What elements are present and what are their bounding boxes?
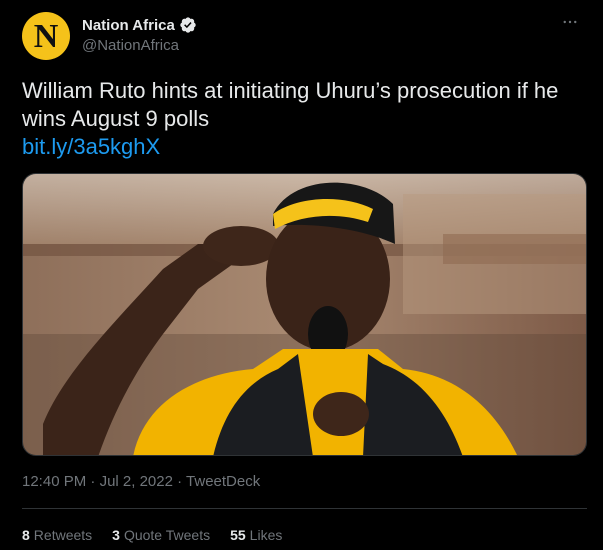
- tweet-header: N Nation Africa @NationAfrica: [22, 12, 582, 60]
- quote-tweets-stat[interactable]: 3 Quote Tweets: [112, 527, 210, 543]
- avatar-letter: N: [33, 18, 59, 55]
- verified-badge-icon: [179, 16, 197, 34]
- divider: [22, 508, 587, 509]
- meta-separator: ·: [90, 473, 100, 490]
- tweet-text: William Ruto hints at initiating Uhuru’s…: [22, 77, 582, 161]
- quote-tweets-label: Quote Tweets: [123, 527, 211, 543]
- handle[interactable]: @NationAfrica: [82, 37, 197, 54]
- display-name[interactable]: Nation Africa: [82, 17, 175, 34]
- quote-tweets-count: 3: [112, 527, 120, 543]
- retweets-stat[interactable]: 8 Retweets: [22, 527, 92, 543]
- retweets-count: 8: [22, 527, 30, 543]
- retweets-label: Retweets: [33, 527, 93, 543]
- more-horizontal-icon[interactable]: [558, 12, 582, 32]
- tweet-source[interactable]: TweetDeck: [186, 473, 260, 490]
- likes-stat[interactable]: 55 Likes: [230, 527, 282, 543]
- avatar[interactable]: N: [22, 12, 70, 60]
- likes-count: 55: [230, 527, 246, 543]
- tweet-stats: 8 Retweets 3 Quote Tweets 55 Likes: [22, 527, 282, 543]
- name-row: Nation Africa: [82, 15, 197, 35]
- tweet: N Nation Africa @NationAfrica William Ru…: [0, 0, 603, 550]
- author-names: Nation Africa @NationAfrica: [82, 15, 197, 54]
- tweet-time[interactable]: 12:40 PM: [22, 473, 86, 490]
- meta-separator: ·: [177, 473, 187, 490]
- tweet-image[interactable]: [22, 173, 587, 456]
- tweet-body: William Ruto hints at initiating Uhuru’s…: [22, 78, 559, 131]
- tweet-meta: 12:40 PM · Jul 2, 2022 · TweetDeck: [22, 473, 260, 490]
- likes-label: Likes: [249, 527, 283, 543]
- tweet-date[interactable]: Jul 2, 2022: [100, 473, 173, 490]
- tweet-link[interactable]: bit.ly/3a5kghX: [22, 133, 582, 161]
- tweet-image-graphic: [23, 174, 586, 455]
